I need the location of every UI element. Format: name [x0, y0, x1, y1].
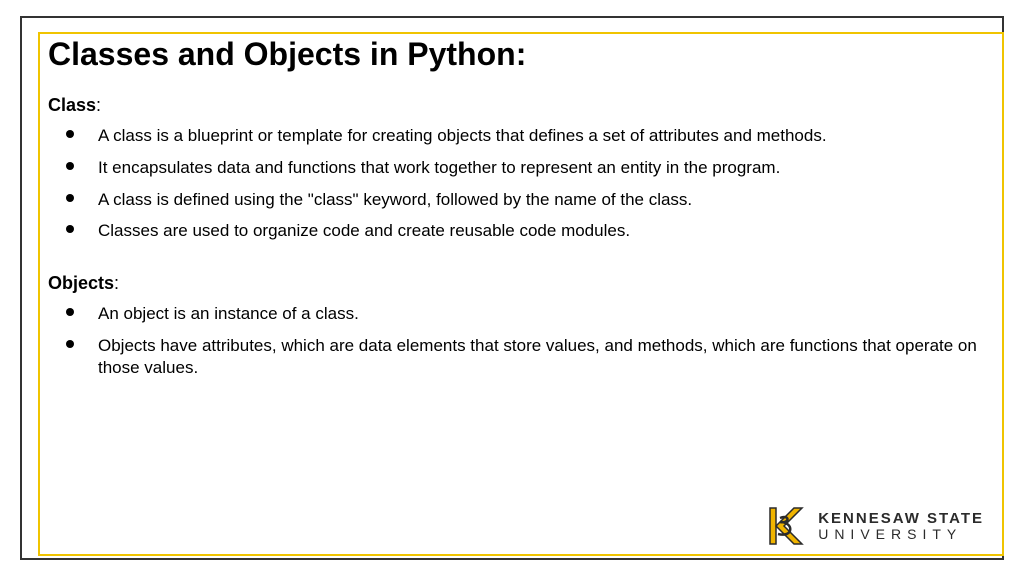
university-logo: KENNESAW STATE UNIVERSITY: [764, 504, 984, 548]
section-2-label-suffix: :: [114, 273, 119, 293]
list-item: It encapsulates data and functions that …: [84, 152, 988, 184]
slide-title: Classes and Objects in Python:: [48, 36, 988, 73]
section-2-list: An object is an instance of a class. Obj…: [84, 298, 988, 383]
logo-text: KENNESAW STATE UNIVERSITY: [818, 511, 984, 541]
ksu-monogram-icon: [764, 504, 808, 548]
list-item: Objects have attributes, which are data …: [84, 330, 988, 384]
slide-content: Classes and Objects in Python: Class: A …: [48, 36, 988, 409]
section-2-label: Objects:: [48, 273, 988, 294]
section-1-label-suffix: :: [96, 95, 101, 115]
section-1-list: A class is a blueprint or template for c…: [84, 120, 988, 247]
section-2-label-bold: Objects: [48, 273, 114, 293]
list-item: A class is a blueprint or template for c…: [84, 120, 988, 152]
logo-line1: KENNESAW STATE: [818, 511, 984, 526]
list-item: Classes are used to organize code and cr…: [84, 215, 988, 247]
list-item: A class is defined using the "class" key…: [84, 184, 988, 216]
logo-line2: UNIVERSITY: [818, 527, 984, 541]
section-1-label: Class:: [48, 95, 988, 116]
list-item: An object is an instance of a class.: [84, 298, 988, 330]
section-1-label-bold: Class: [48, 95, 96, 115]
